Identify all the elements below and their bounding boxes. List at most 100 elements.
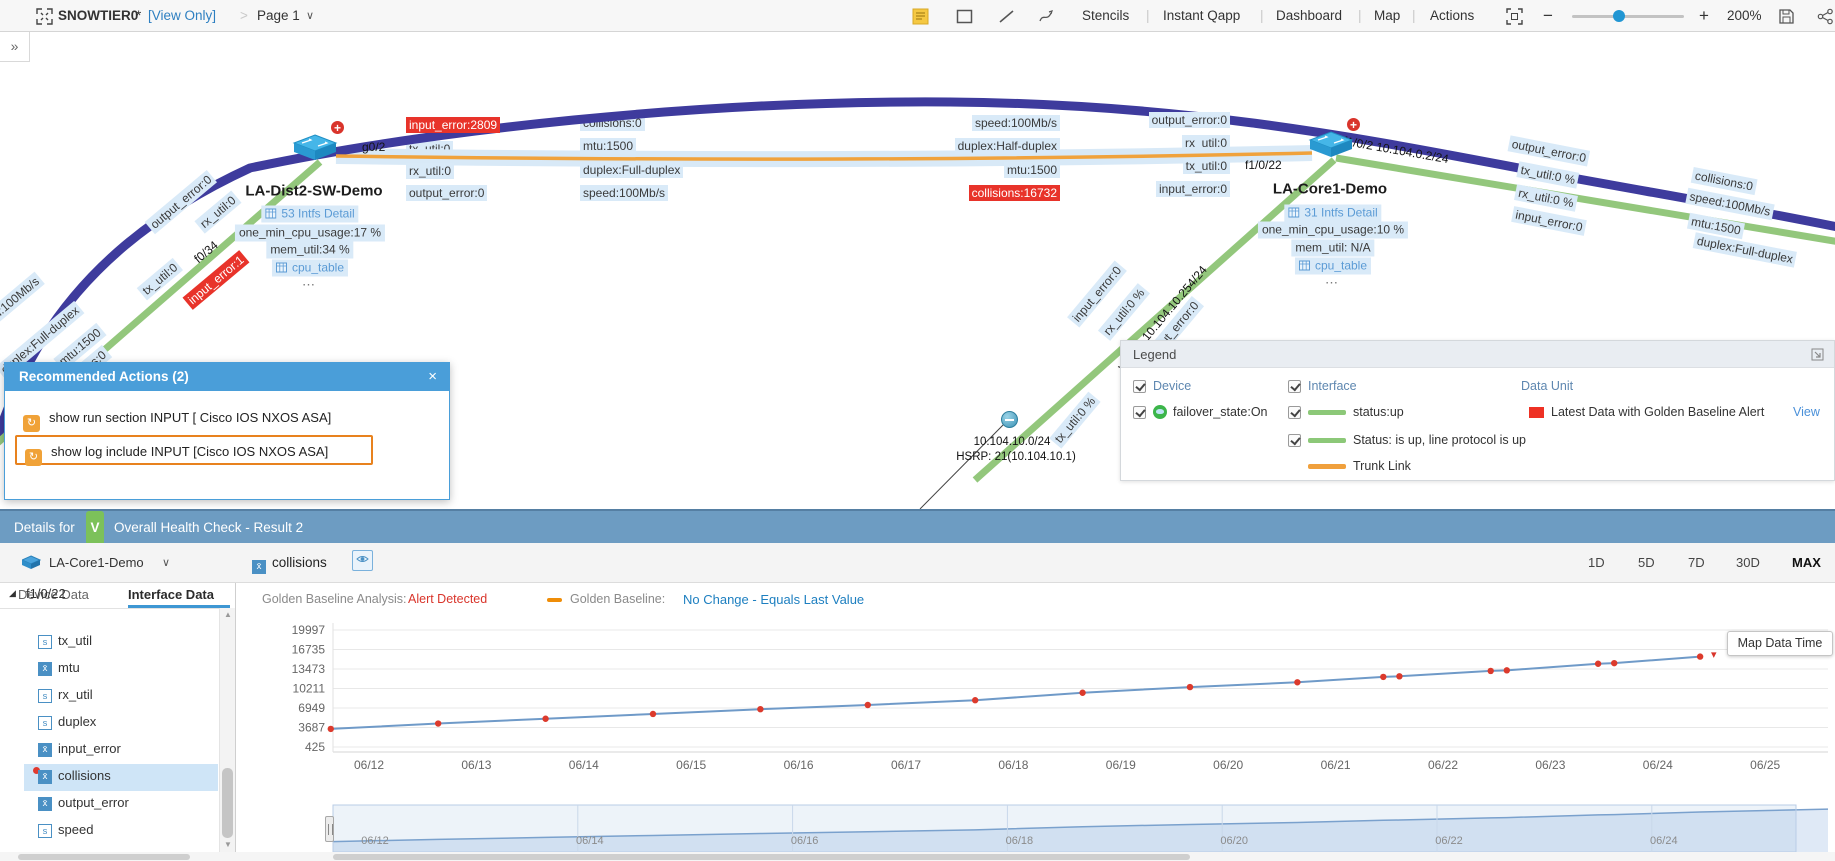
svg-text:06/19: 06/19 xyxy=(1106,758,1136,772)
expand-legend-icon[interactable] xyxy=(1811,348,1824,361)
line-draw-icon[interactable] xyxy=(998,8,1015,25)
details-header-bar: Details for V Overall Health Check - Res… xyxy=(0,509,1835,543)
metric-type-icon: x̄ xyxy=(38,770,52,784)
port-label: g0/2 xyxy=(362,140,385,154)
intfs-detail-link[interactable]: 31 Intfs Detail xyxy=(1284,205,1381,222)
sidebar-scrollbar[interactable]: ▲ ▼ xyxy=(219,608,235,853)
metric-type-icon: s xyxy=(38,716,52,730)
show-on-map-eye-button[interactable] xyxy=(352,550,373,571)
link-label: speed:100Mb/s xyxy=(580,185,668,201)
scrollbar-thumb[interactable] xyxy=(222,768,233,838)
port-label: f1/0/22 xyxy=(1245,158,1282,172)
fit-screen-icon[interactable] xyxy=(1506,8,1523,25)
svg-text:06/21: 06/21 xyxy=(1321,758,1351,772)
zoom-out-button[interactable]: − xyxy=(1543,0,1553,32)
failover-checkbox[interactable] xyxy=(1133,406,1146,419)
menu-separator: | xyxy=(1412,0,1416,32)
scrollbar-thumb[interactable] xyxy=(18,854,190,860)
map-title: SNOWTIER0 xyxy=(58,0,138,32)
tab-interface-data[interactable]: Interface Data xyxy=(128,587,214,602)
alert-plus-badge[interactable]: + xyxy=(1346,117,1361,132)
close-icon[interactable]: × xyxy=(428,363,437,391)
collapse-panel-toggle[interactable]: » xyxy=(0,32,30,62)
metric-item-mtu[interactable]: x̄ mtu xyxy=(0,656,219,683)
metric-item-rx_util[interactable]: s rx_util xyxy=(0,683,219,710)
legend-view-link[interactable]: View xyxy=(1793,405,1820,419)
scroll-down-icon[interactable]: ▼ xyxy=(224,840,232,849)
scrollbar-thumb[interactable] xyxy=(333,854,1190,860)
hsrp-node-icon[interactable] xyxy=(1001,411,1018,428)
zoom-slider-thumb[interactable] xyxy=(1613,10,1625,22)
device-name[interactable]: LA-Core1-Demo xyxy=(1273,181,1387,198)
share-icon[interactable] xyxy=(1817,8,1834,25)
metric-item-output_error[interactable]: x̄ output_error xyxy=(0,791,219,818)
cpu-table-link[interactable]: cpu_table xyxy=(1295,258,1371,275)
curve-connector-icon[interactable] xyxy=(1038,8,1055,25)
action-item-label: show log include INPUT [Cisco IOS NXOS A… xyxy=(51,444,328,459)
map-data-time-marker-icon: ▾ xyxy=(1711,648,1717,661)
action-item-selected[interactable]: ↻show log include INPUT [Cisco IOS NXOS … xyxy=(15,435,373,465)
menu-dashboard[interactable]: Dashboard xyxy=(1276,0,1342,32)
svg-text:06/22: 06/22 xyxy=(1435,835,1463,847)
device-more-dots[interactable]: ⋯ xyxy=(302,277,318,293)
zoom-in-button[interactable]: + xyxy=(1699,0,1709,32)
action-item[interactable]: ↻show run section INPUT [ Cisco IOS NXOS… xyxy=(15,403,441,433)
device-more-dots[interactable]: ⋯ xyxy=(1325,275,1341,291)
menu-stencils[interactable]: Stencils xyxy=(1082,0,1129,32)
metric-item-speed[interactable]: s speed xyxy=(0,818,219,845)
hsrp-label: HSRP: 21(10.104.10.1) xyxy=(956,451,1076,463)
legend-title: Legend xyxy=(1133,347,1176,362)
menu-actions[interactable]: Actions xyxy=(1430,0,1474,32)
device-name[interactable]: LA-Dist2-SW-Demo xyxy=(245,183,382,200)
map-data-time-button[interactable]: Map Data Time xyxy=(1727,631,1833,656)
intfs-detail-link[interactable]: 53 Intfs Detail xyxy=(261,206,358,223)
interface-checkbox[interactable] xyxy=(1288,380,1301,393)
menu-map[interactable]: Map xyxy=(1374,0,1400,32)
cpu-table-label: cpu_table xyxy=(292,261,344,275)
metric-item-duplex[interactable]: s duplex xyxy=(0,710,219,737)
legend-status-line-label: Status: is up, line protocol is up xyxy=(1353,433,1526,447)
popup-header[interactable]: Recommended Actions (2) × xyxy=(5,363,449,391)
range-30d[interactable]: 30D xyxy=(1736,553,1760,573)
range-7d[interactable]: 7D xyxy=(1688,553,1705,573)
metric-type-icon: s xyxy=(38,824,52,838)
rectangle-shape-icon[interactable] xyxy=(956,8,973,25)
note-icon[interactable] xyxy=(912,8,929,25)
device-icon-la-dist2[interactable] xyxy=(292,134,338,167)
scroll-up-icon[interactable]: ▲ xyxy=(224,610,232,619)
link-label: mtu:1500 xyxy=(580,138,636,154)
fit-map-icon[interactable] xyxy=(36,8,53,25)
status-up-checkbox[interactable] xyxy=(1288,406,1301,419)
link-label-alert: input_error:2809 xyxy=(406,117,500,133)
device-cpu-label: one_min_cpu_usage:10 % xyxy=(1258,222,1408,239)
alert-plus-badge[interactable]: + xyxy=(330,120,345,135)
device-icon-la-core1[interactable] xyxy=(1308,131,1354,164)
range-1d[interactable]: 1D xyxy=(1588,553,1605,573)
tabs-divider xyxy=(0,608,235,609)
range-5d[interactable]: 5D xyxy=(1638,553,1655,573)
page-chevron-icon[interactable]: ∨ xyxy=(306,0,314,32)
zoom-slider-track[interactable] xyxy=(1572,15,1684,18)
menu-instant-qapp[interactable]: Instant Qapp xyxy=(1163,0,1240,32)
range-max[interactable]: MAX xyxy=(1792,553,1821,573)
save-icon[interactable] xyxy=(1778,8,1795,25)
legend-failover-label: failover_state:On xyxy=(1173,405,1268,419)
interface-tree-root[interactable]: f1/0/22 xyxy=(26,586,66,601)
status-line-checkbox[interactable] xyxy=(1288,434,1301,447)
link-label: rx_util:0 xyxy=(406,163,454,179)
device-cpu-label: one_min_cpu_usage:17 % xyxy=(235,225,385,242)
metric-type-icon: x̄ xyxy=(38,743,52,757)
device-selector[interactable]: LA-Core1-Demo xyxy=(49,553,144,573)
device-checkbox[interactable] xyxy=(1133,380,1146,393)
metric-type-icon: x̄ xyxy=(38,797,52,811)
cpu-table-link[interactable]: cpu_table xyxy=(272,260,348,277)
range-selector-handle[interactable] xyxy=(325,816,334,842)
metric-item-input_error[interactable]: x̄ input_error xyxy=(0,737,219,764)
metric-item-tx_util[interactable]: s tx_util xyxy=(0,629,219,656)
svg-text:06/23: 06/23 xyxy=(1535,758,1565,772)
link-label: output_error:0 xyxy=(406,185,487,201)
metric-item-collisions[interactable]: x̄ collisions xyxy=(24,764,218,791)
tree-expander-icon[interactable]: ◢ xyxy=(9,588,16,599)
page-selector[interactable]: Page 1 xyxy=(257,0,300,32)
device-selector-chevron-icon[interactable]: ∨ xyxy=(162,553,170,573)
